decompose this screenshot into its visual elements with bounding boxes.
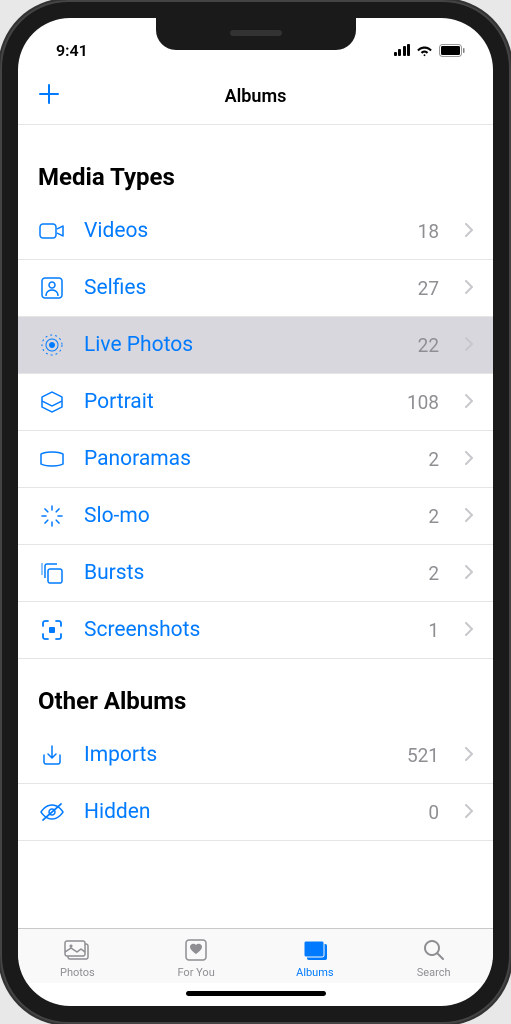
row-portrait[interactable]: Portrait 108 — [18, 374, 493, 431]
row-slomo[interactable]: Slo-mo 2 — [18, 488, 493, 545]
chevron-right-icon — [465, 222, 473, 241]
home-indicator[interactable] — [186, 991, 326, 996]
tab-label: Photos — [60, 966, 95, 979]
chevron-right-icon — [465, 336, 473, 355]
chevron-right-icon — [465, 621, 473, 640]
tab-albums[interactable]: Albums — [256, 937, 375, 979]
hidden-icon — [38, 798, 66, 826]
panorama-icon — [38, 445, 66, 473]
row-count: 108 — [407, 391, 439, 414]
section-header-media-types: Media Types — [18, 125, 493, 203]
selfie-icon — [38, 274, 66, 302]
row-label: Hidden — [84, 800, 410, 824]
status-indicators — [394, 44, 466, 57]
row-count: 0 — [428, 801, 439, 824]
search-tab-icon — [420, 937, 448, 963]
row-panoramas[interactable]: Panoramas 2 — [18, 431, 493, 488]
row-count: 1 — [428, 619, 439, 642]
page-title: Albums — [225, 86, 287, 107]
nav-header: Albums — [18, 72, 493, 125]
foryou-tab-icon — [182, 937, 210, 963]
chevron-right-icon — [465, 507, 473, 526]
row-label: Live Photos — [84, 333, 400, 357]
chevron-right-icon — [465, 393, 473, 412]
chevron-right-icon — [465, 564, 473, 583]
tab-label: Albums — [296, 966, 333, 979]
chevron-right-icon — [465, 746, 473, 765]
row-screenshots[interactable]: Screenshots 1 — [18, 602, 493, 659]
tab-label: For You — [177, 966, 214, 979]
tab-foryou[interactable]: For You — [137, 937, 256, 979]
row-label: Bursts — [84, 561, 410, 585]
row-selfies[interactable]: Selfies 27 — [18, 260, 493, 317]
chevron-right-icon — [465, 803, 473, 822]
content-scroll[interactable]: Media Types Videos 18 Selfies 27 Live Ph… — [18, 125, 493, 928]
row-count: 22 — [418, 334, 439, 357]
row-label: Portrait — [84, 390, 389, 414]
notch — [156, 18, 356, 50]
section-header-other-albums: Other Albums — [18, 659, 493, 727]
status-time: 9:41 — [46, 41, 88, 60]
row-hidden[interactable]: Hidden 0 — [18, 784, 493, 841]
import-icon — [38, 741, 66, 769]
wifi-icon — [416, 44, 433, 57]
row-count: 521 — [407, 744, 439, 767]
slomo-icon — [38, 502, 66, 530]
photos-tab-icon — [63, 937, 91, 963]
signal-icon — [394, 44, 411, 56]
row-label: Selfies — [84, 276, 400, 300]
phone-frame: 9:41 Albums Media Types Videos — [0, 0, 511, 1024]
row-count: 27 — [418, 277, 439, 300]
row-count: 2 — [428, 448, 439, 471]
row-label: Videos — [84, 219, 400, 243]
row-bursts[interactable]: Bursts 2 — [18, 545, 493, 602]
portrait-icon — [38, 388, 66, 416]
row-label: Panoramas — [84, 447, 410, 471]
albums-tab-icon — [301, 937, 329, 963]
row-label: Slo-mo — [84, 504, 410, 528]
tab-bar: Photos For You Albums Search — [18, 928, 493, 983]
row-count: 2 — [428, 562, 439, 585]
screenshot-icon — [38, 616, 66, 644]
burst-icon — [38, 559, 66, 587]
row-live-photos[interactable]: Live Photos 22 — [18, 317, 493, 374]
row-imports[interactable]: Imports 521 — [18, 727, 493, 784]
row-videos[interactable]: Videos 18 — [18, 203, 493, 260]
tab-photos[interactable]: Photos — [18, 937, 137, 979]
row-count: 2 — [428, 505, 439, 528]
tab-search[interactable]: Search — [374, 937, 493, 979]
row-count: 18 — [418, 220, 439, 243]
live-photo-icon — [38, 331, 66, 359]
row-label: Screenshots — [84, 618, 410, 642]
chevron-right-icon — [465, 279, 473, 298]
screen: 9:41 Albums Media Types Videos — [18, 18, 493, 1006]
add-button[interactable] — [38, 82, 60, 110]
tab-label: Search — [417, 966, 451, 979]
row-label: Imports — [84, 743, 389, 767]
video-icon — [38, 217, 66, 245]
battery-icon — [439, 44, 465, 57]
chevron-right-icon — [465, 450, 473, 469]
